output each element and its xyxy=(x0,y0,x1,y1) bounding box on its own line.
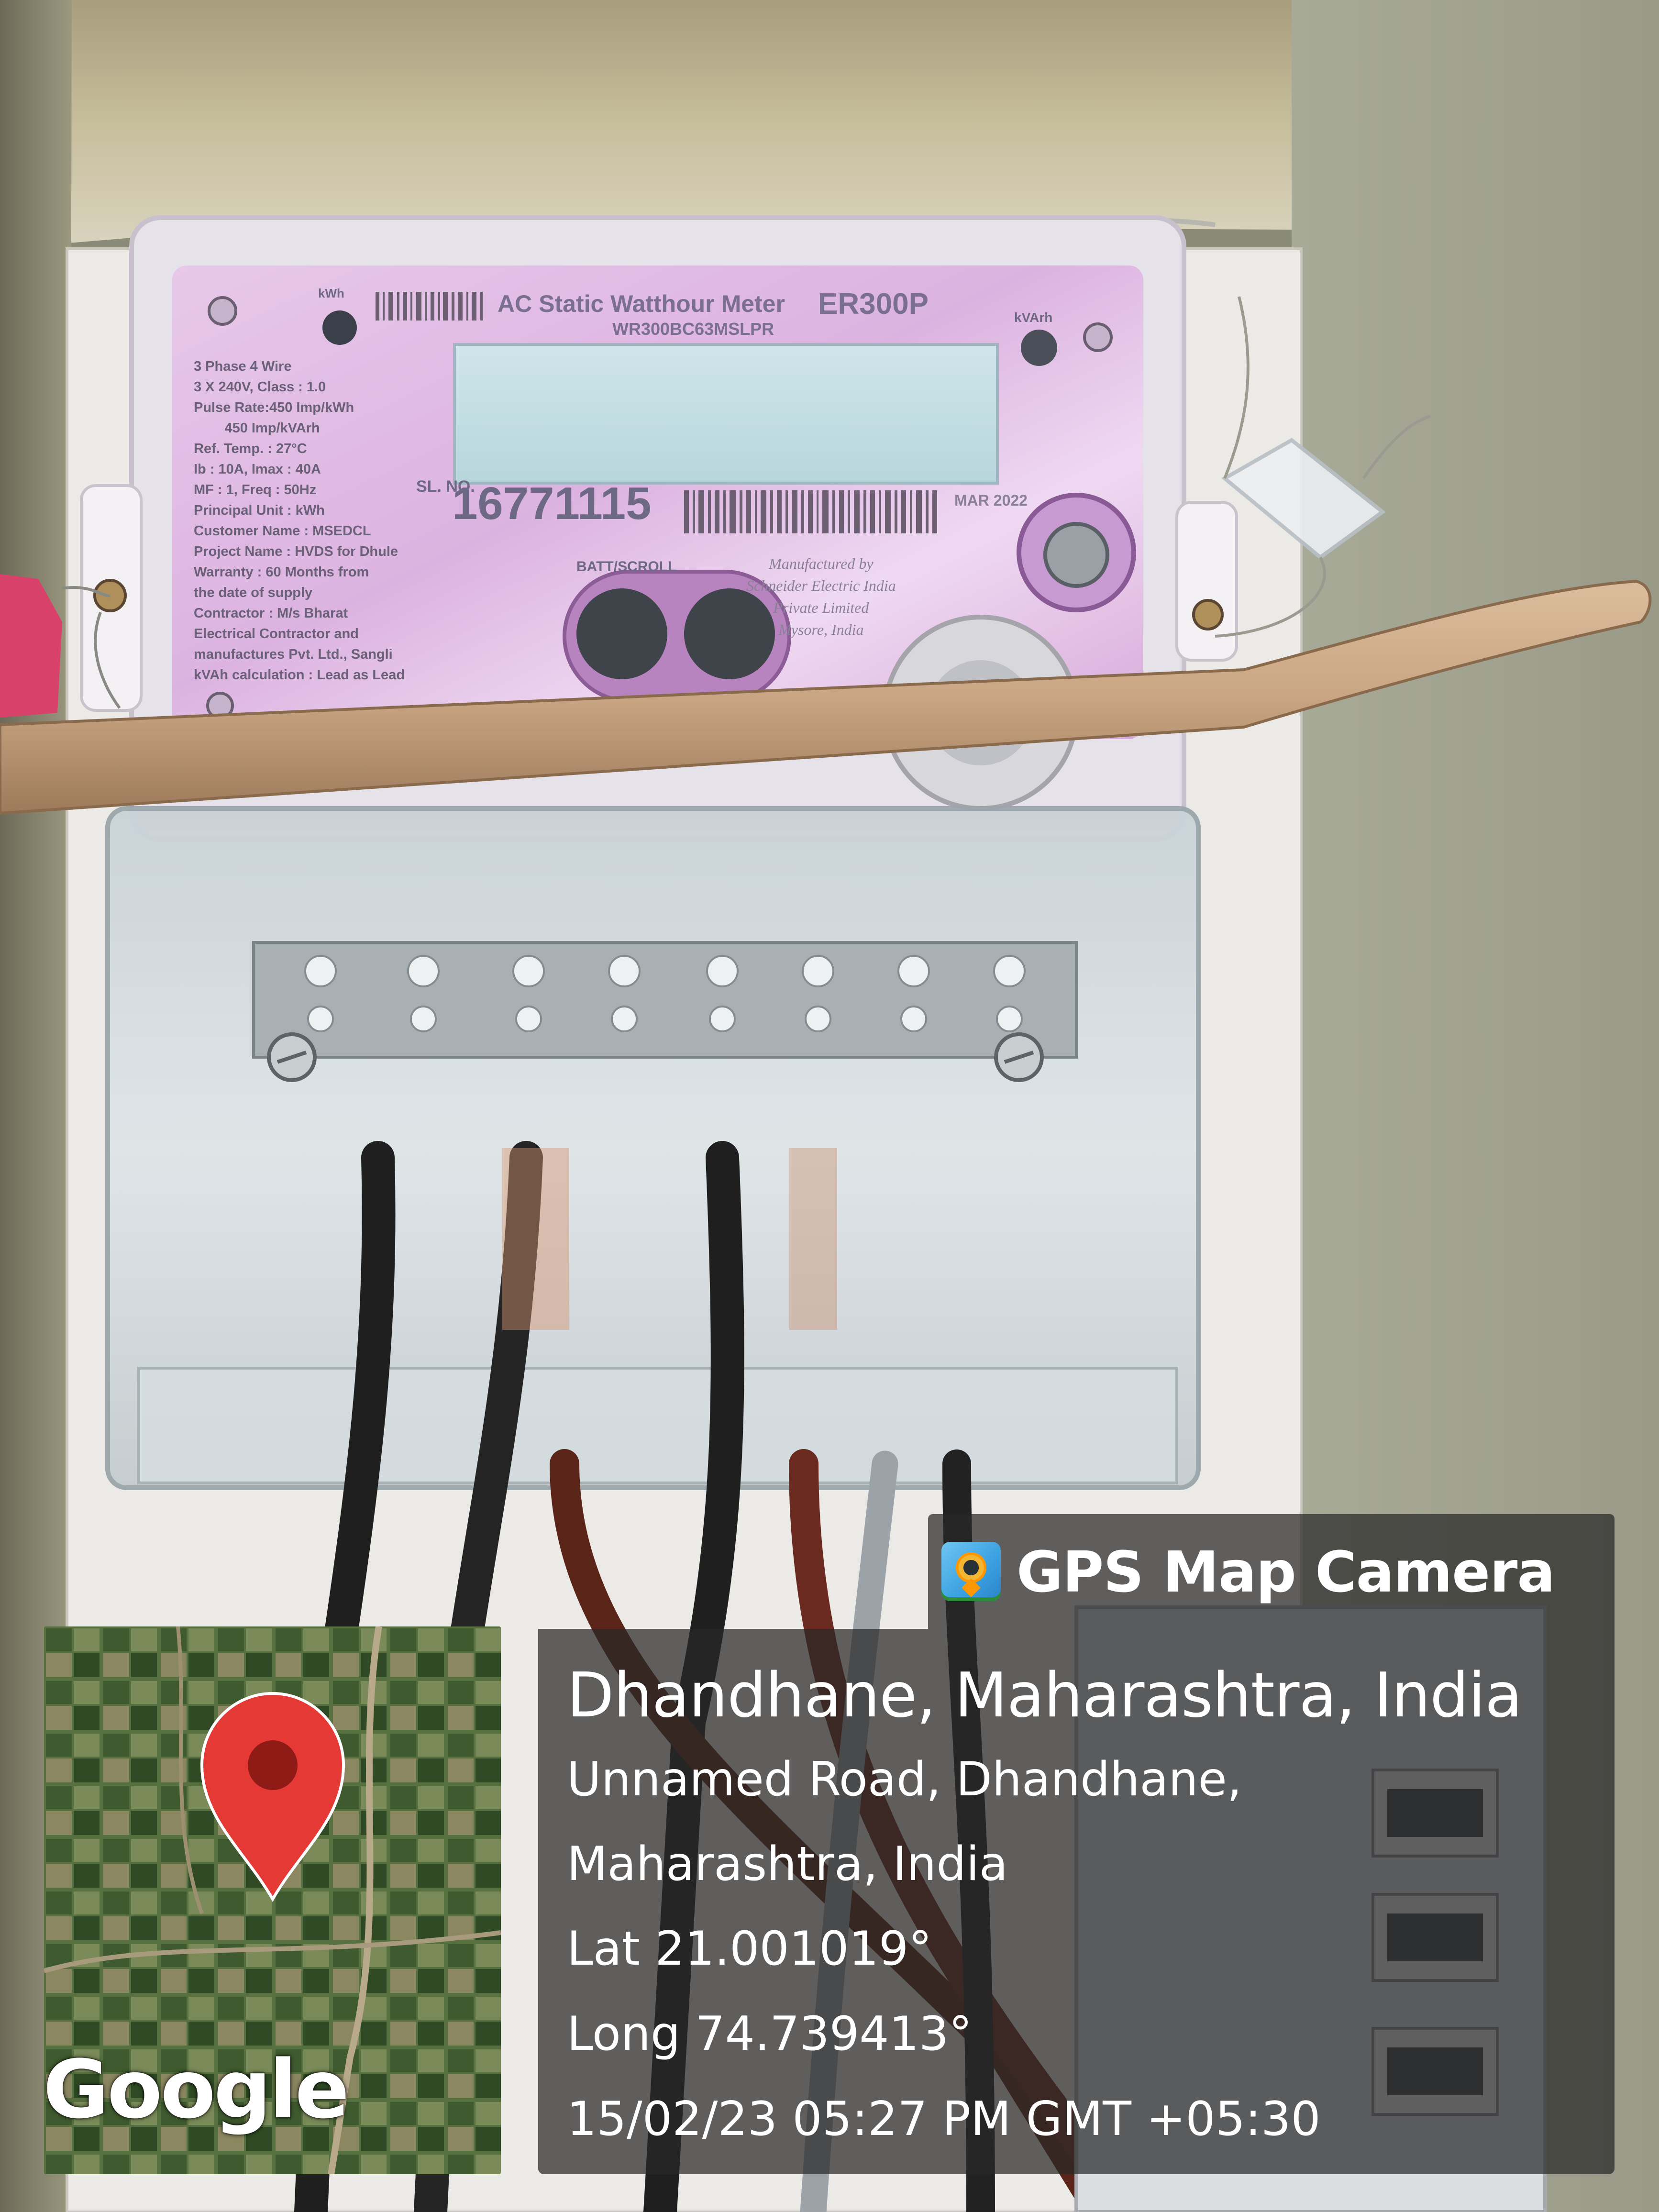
meter-serial-number: 16771115 xyxy=(452,478,652,529)
meter-manufacturer: Manufactured by Schneider Electric India… xyxy=(746,555,896,638)
gps-app-header: GPS Map Camera xyxy=(928,1514,1615,1629)
meter-date: MAR 2022 xyxy=(954,492,1028,509)
longitude: Long 74.739413° xyxy=(567,2007,973,2061)
timestamp: 15/02/23 05:27 PM GMT +05:30 xyxy=(567,2092,1321,2146)
meter-model: ER300P xyxy=(818,288,929,321)
meter-batt-scroll-label: BATT/SCROLL xyxy=(576,559,677,575)
address-line-1: Unnamed Road, Dhandhane, xyxy=(567,1752,1242,1807)
meter-kwh-label: kWh xyxy=(318,286,344,300)
latitude: Lat 21.001019° xyxy=(567,1922,932,1976)
meter-title: AC Static Watthour Meter xyxy=(498,290,785,317)
meter-spec-block: 3 Phase 4 Wire 3 X 240V, Class : 1.0 Pul… xyxy=(194,359,405,683)
meter-kvarh-label: kVArh xyxy=(1014,310,1053,325)
address-line-2: Maharashtra, India xyxy=(567,1837,1008,1891)
gps-info-panel: Dhandhane, Maharashtra, India Unnamed Ro… xyxy=(538,1629,1615,2174)
location-title: Dhandhane, Maharashtra, India xyxy=(567,1660,1522,1731)
gps-app-name: GPS Map Camera xyxy=(1017,1539,1555,1605)
google-logo: Google xyxy=(43,2043,350,2136)
meter-code: WR300BC63MSLPR xyxy=(612,319,774,339)
gps-map-camera-icon xyxy=(941,1542,1001,1601)
